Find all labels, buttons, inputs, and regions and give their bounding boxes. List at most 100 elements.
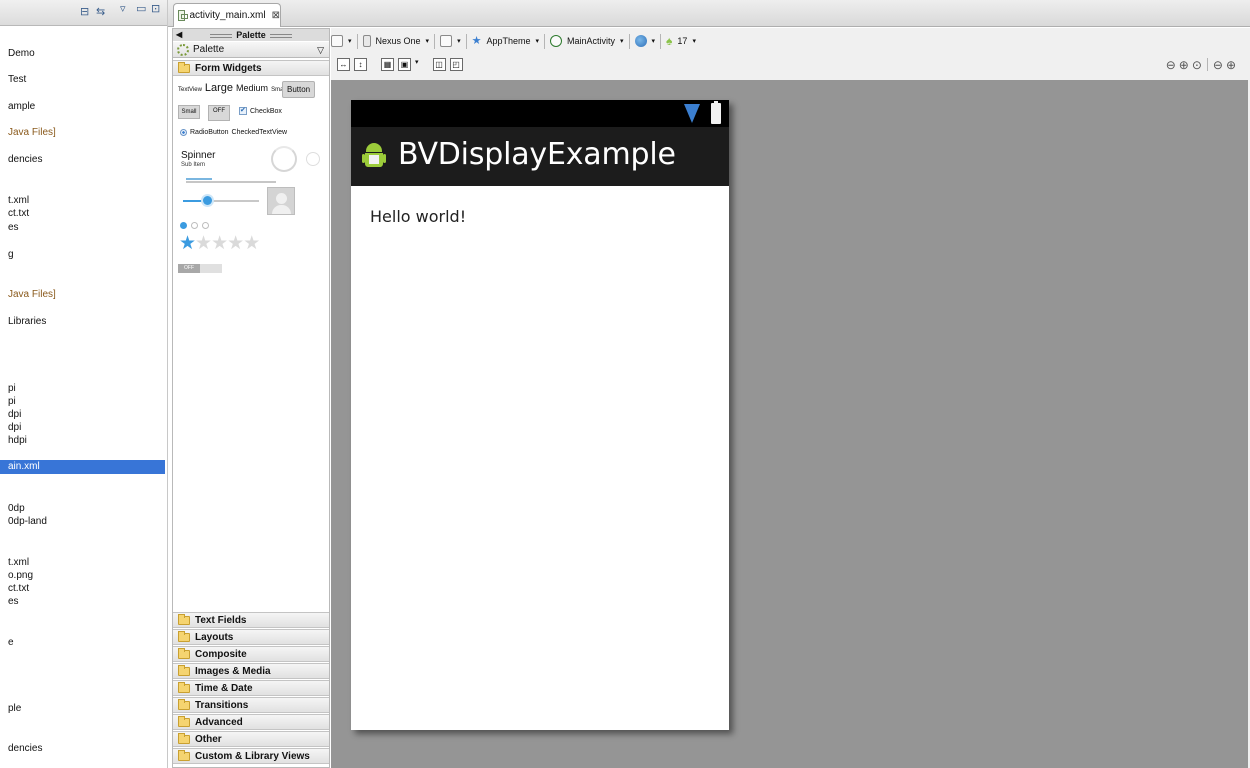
chevron-down-icon[interactable]: ▾	[620, 37, 624, 45]
zoom-actual-icon[interactable]: ⊙	[1192, 58, 1202, 72]
widget-seekbar[interactable]	[183, 196, 259, 205]
palette-category[interactable]: Other	[173, 731, 329, 747]
chevron-down-icon[interactable]: ▾	[535, 37, 539, 45]
resize-icon[interactable]: ◰	[449, 58, 463, 71]
widget-spinner[interactable]: Spinner	[181, 150, 215, 161]
widget-large-text[interactable]: Large	[205, 82, 233, 94]
chevron-down-icon[interactable]: ▾	[426, 37, 430, 45]
maximize-icon[interactable]: ⊡	[151, 2, 160, 16]
palette-category[interactable]: Images & Media	[173, 663, 329, 679]
palette-category[interactable]: Text Fields	[173, 612, 329, 628]
link-editor-icon[interactable]: ⇆	[96, 5, 105, 19]
tree-item[interactable]: es	[0, 595, 165, 609]
tree-item[interactable]: Java Files]	[0, 288, 165, 302]
close-tab-icon[interactable]: ⊠	[272, 10, 280, 21]
widget-rating-bar[interactable]: ★★★★★	[179, 233, 260, 254]
widget-radio-group[interactable]	[180, 222, 209, 229]
view-menu-icon[interactable]: ▿	[120, 2, 126, 16]
tree-item[interactable]: Demo	[0, 47, 165, 61]
chevron-down-icon[interactable]: ▾	[692, 37, 696, 45]
locale-globe-icon[interactable]	[634, 35, 647, 47]
tree-item[interactable]: dpi	[0, 421, 165, 435]
tree-item[interactable]: hdpi	[0, 434, 165, 448]
hello-textview[interactable]: Hello world!	[370, 207, 466, 226]
tree-item[interactable]: pi	[0, 382, 165, 396]
separator	[356, 33, 358, 49]
tree-item[interactable]: ct.txt	[0, 582, 165, 596]
distribute-icon[interactable]: ◫	[432, 58, 446, 71]
tree-item[interactable]: pi	[0, 395, 165, 409]
collapse-all-icon[interactable]: ⊟	[80, 5, 89, 19]
fill-height-icon[interactable]: ↕	[354, 58, 367, 71]
radio-icon	[180, 222, 187, 229]
widget-checked-textview[interactable]: CheckedTextView	[232, 129, 288, 136]
fill-width-icon[interactable]: ↔	[337, 58, 350, 71]
tree-item[interactable]: Libraries	[0, 315, 165, 329]
palette-category[interactable]: Time & Date	[173, 680, 329, 696]
widget-radiobutton[interactable]: RadioButton	[190, 129, 229, 136]
tree-item[interactable]: t.xml	[0, 556, 165, 570]
margins-icon[interactable]: ▦	[381, 58, 394, 71]
tree-item[interactable]: ample	[0, 100, 165, 114]
gravity-icon[interactable]: ▣	[398, 58, 411, 71]
tree-item[interactable]: ple	[0, 702, 165, 716]
palette-category[interactable]: Composite	[173, 646, 329, 662]
widget-progressbar-horizontal[interactable]	[186, 178, 276, 183]
orientation-icon[interactable]	[440, 35, 453, 47]
zoom-in-icon[interactable]: ⊕	[1179, 58, 1189, 72]
tree-item[interactable]: t.xml	[0, 194, 165, 208]
palette-category[interactable]: Transitions	[173, 697, 329, 713]
checkbox-icon: ✔	[239, 107, 247, 115]
tree-item[interactable]: dencies	[0, 153, 165, 167]
device-preview[interactable]: BVDisplayExample Hello world!	[351, 100, 729, 730]
device-selector[interactable]: Nexus One	[376, 36, 421, 46]
zoom-out-icon[interactable]: ⊖	[1166, 58, 1176, 72]
widget-switch[interactable]	[178, 264, 222, 273]
category-label: Composite	[195, 649, 247, 660]
tree-item[interactable]: ct.txt	[0, 207, 165, 221]
chevron-down-icon[interactable]: ▾	[415, 58, 419, 71]
widget-progressbar-large[interactable]	[271, 146, 297, 172]
tree-item[interactable]: o.png	[0, 569, 165, 583]
tree-item[interactable]: e	[0, 636, 165, 650]
minimize-icon[interactable]: ▭	[136, 2, 146, 16]
star-icon: ★	[179, 233, 196, 254]
theme-selector[interactable]: AppTheme	[486, 36, 530, 46]
zoom-fit-in-icon[interactable]: ⊕	[1226, 58, 1236, 72]
tree-item[interactable]: es	[0, 221, 165, 235]
chevron-down-icon[interactable]: ▾	[652, 37, 656, 45]
spinner-sub-item: Sub Item	[181, 162, 206, 168]
tree-item[interactable]: ain.xml	[0, 460, 165, 474]
chevron-down-icon[interactable]: ▾	[348, 37, 352, 45]
palette-category[interactable]: Advanced	[173, 714, 329, 730]
activity-selector[interactable]: MainActivity	[567, 36, 615, 46]
tree-item[interactable]: Test	[0, 73, 165, 87]
design-canvas[interactable]: BVDisplayExample Hello world!	[331, 80, 1248, 768]
tree-item[interactable]: dpi	[0, 408, 165, 422]
tree-item[interactable]: 0dp	[0, 502, 165, 516]
category-form-widgets[interactable]: Form Widgets	[173, 60, 329, 76]
tree-item[interactable]: Java Files]	[0, 126, 165, 140]
widget-quick-contact-badge[interactable]	[267, 187, 295, 215]
zoom-fit-out-icon[interactable]: ⊖	[1213, 58, 1223, 72]
widget-small-button[interactable]: Small	[178, 105, 200, 119]
widget-button[interactable]: Button	[282, 81, 316, 98]
palette-selector[interactable]: Palette ▽	[173, 42, 329, 58]
editor-tab-activity-main[interactable]: activity_main.xml ⊠	[173, 3, 281, 27]
tree-item[interactable]: dencies	[0, 742, 165, 756]
chevron-down-icon[interactable]: ▾	[457, 37, 461, 45]
config-chooser-icon[interactable]	[331, 35, 343, 47]
palette-category[interactable]: Custom & Library Views	[173, 748, 329, 764]
widget-checkbox[interactable]: ✔ CheckBox	[239, 107, 282, 115]
widget-medium-text[interactable]: Medium	[236, 83, 268, 93]
widget-textview[interactable]: TextView	[178, 87, 202, 93]
widget-progressbar-small[interactable]	[306, 152, 320, 166]
collapse-arrow-icon[interactable]: ◀	[176, 29, 182, 41]
widget-toggle-button[interactable]: OFF	[208, 105, 230, 121]
tree-item[interactable]: 0dp-land	[0, 515, 165, 529]
palette-title: Palette	[236, 30, 266, 40]
category-label: Layouts	[195, 632, 234, 643]
palette-category[interactable]: Layouts	[173, 629, 329, 645]
api-level-selector[interactable]: 17	[677, 36, 687, 46]
tree-item[interactable]: g	[0, 248, 165, 262]
